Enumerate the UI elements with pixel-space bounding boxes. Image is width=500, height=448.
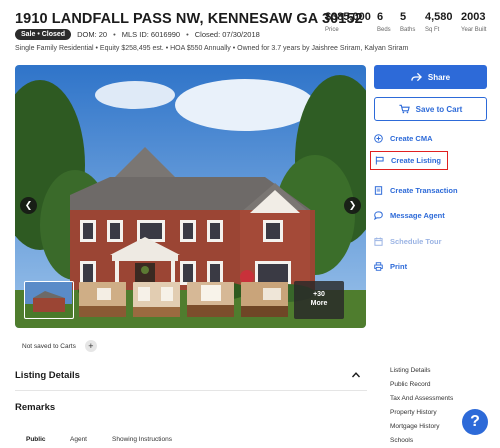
photo-thumbnail[interactable] xyxy=(240,281,290,319)
stat-sqft: 4,580 Sq Ft xyxy=(425,11,453,33)
create-transaction-link[interactable]: Create Transaction xyxy=(374,186,458,195)
side-nav-mortgage-history[interactable]: Mortgage History xyxy=(390,423,440,430)
stat-label: Beds xyxy=(377,27,391,33)
side-nav-tax-and-assessments[interactable]: Tax And Assessments xyxy=(390,395,453,402)
thumbnail-interior xyxy=(187,282,234,317)
stat-value: 2003 xyxy=(461,11,486,23)
dom-text: DOM: 20 xyxy=(77,30,108,39)
cart-status-row: Not saved to Carts + xyxy=(22,340,97,352)
calendar-icon xyxy=(374,237,383,246)
more-photos-button[interactable]: +30 More xyxy=(294,281,344,319)
share-arrow-icon xyxy=(411,72,422,82)
next-photo-button[interactable]: ❯ xyxy=(344,197,361,214)
property-summary: Single Family Residential • Equity $258,… xyxy=(15,45,409,52)
property-photo[interactable]: ❮ ❯ +30 More xyxy=(15,65,366,328)
remarks-tabs: Public Agent Showing Instructions xyxy=(26,436,172,443)
stat-price: $385,000 Price xyxy=(325,11,371,33)
share-label: Share xyxy=(427,72,451,82)
meta-separator: • xyxy=(186,30,189,39)
chat-bubble-icon xyxy=(374,211,383,220)
create-listing-link[interactable]: Create Listing xyxy=(370,151,448,170)
printer-icon xyxy=(374,262,383,271)
more-photos-label: More xyxy=(310,300,328,307)
tab-public[interactable]: Public xyxy=(26,436,70,443)
stat-label: Baths xyxy=(400,27,416,33)
stat-year-built: 2003 Year Built xyxy=(461,11,486,33)
stat-value: $385,000 xyxy=(325,11,371,23)
action-panel: Share Save to Cart xyxy=(374,65,487,121)
photo-thumbnail[interactable] xyxy=(186,281,236,319)
mls-id-text: MLS ID: 6016990 xyxy=(121,30,181,39)
stat-value: 5 xyxy=(400,11,407,23)
more-photos-count: +30 xyxy=(313,291,325,298)
thumbnail-interior xyxy=(133,282,180,317)
property-address: 1910 LANDFALL PASS NW, KENNESAW GA 30152 xyxy=(15,11,363,27)
tab-agent[interactable]: Agent xyxy=(70,436,112,443)
create-transaction-label: Create Transaction xyxy=(390,186,458,195)
listing-details-heading[interactable]: Listing Details xyxy=(15,370,80,381)
stat-beds: 6 Beds xyxy=(377,11,391,33)
photo-thumbnail[interactable] xyxy=(78,281,128,319)
create-cma-link[interactable]: Create CMA xyxy=(374,134,433,143)
stat-value: 4,580 xyxy=(425,11,453,23)
document-icon xyxy=(374,186,383,195)
meta-separator: • xyxy=(113,30,116,39)
tab-showing-instructions[interactable]: Showing Instructions xyxy=(112,436,172,443)
add-to-cart-plus-button[interactable]: + xyxy=(84,340,97,352)
stat-label: Price xyxy=(325,27,339,33)
schedule-tour-link[interactable]: Schedule Tour xyxy=(374,237,442,246)
cart-status-text: Not saved to Carts xyxy=(22,342,76,350)
stat-label: Year Built xyxy=(461,27,487,33)
side-nav-schools[interactable]: Schools xyxy=(390,437,413,444)
photo-thumbnail-strip: +30 More xyxy=(24,281,344,319)
cart-icon xyxy=(399,104,410,114)
closed-date-text: Closed: 07/30/2018 xyxy=(194,30,260,39)
print-label: Print xyxy=(390,262,408,271)
sign-post-icon xyxy=(375,156,384,165)
schedule-tour-label: Schedule Tour xyxy=(390,237,442,246)
save-to-cart-label: Save to Cart xyxy=(415,104,463,114)
status-badge: Sale • Closed xyxy=(15,29,72,40)
help-button[interactable]: ? xyxy=(462,409,488,435)
stat-value: 6 xyxy=(377,11,384,23)
side-nav-listing-details[interactable]: Listing Details xyxy=(390,367,430,374)
plus-circle-icon xyxy=(374,134,383,143)
listing-meta: Sale • Closed DOM: 20 • MLS ID: 6016990 … xyxy=(15,29,260,40)
side-nav-public-record[interactable]: Public Record xyxy=(390,381,430,388)
chevron-up-icon[interactable] xyxy=(351,370,361,380)
previous-photo-button[interactable]: ❮ xyxy=(20,197,37,214)
print-link[interactable]: Print xyxy=(374,262,407,271)
section-divider xyxy=(15,390,367,391)
thumbnail-interior xyxy=(79,282,126,317)
message-agent-link[interactable]: Message Agent xyxy=(374,211,445,220)
save-to-cart-button[interactable]: Save to Cart xyxy=(374,97,487,121)
stat-baths: 5 Baths xyxy=(400,11,415,33)
create-listing-label: Create Listing xyxy=(391,156,442,165)
remarks-heading: Remarks xyxy=(15,402,56,413)
thumbnail-exterior xyxy=(25,282,72,317)
message-agent-label: Message Agent xyxy=(390,211,445,220)
share-button[interactable]: Share xyxy=(374,65,487,89)
stat-label: Sq Ft xyxy=(425,27,440,33)
photo-thumbnail[interactable] xyxy=(132,281,182,319)
side-nav-property-history[interactable]: Property History xyxy=(390,409,437,416)
create-cma-label: Create CMA xyxy=(390,134,433,143)
photo-thumbnail[interactable] xyxy=(24,281,74,319)
thumbnail-interior xyxy=(241,282,288,317)
